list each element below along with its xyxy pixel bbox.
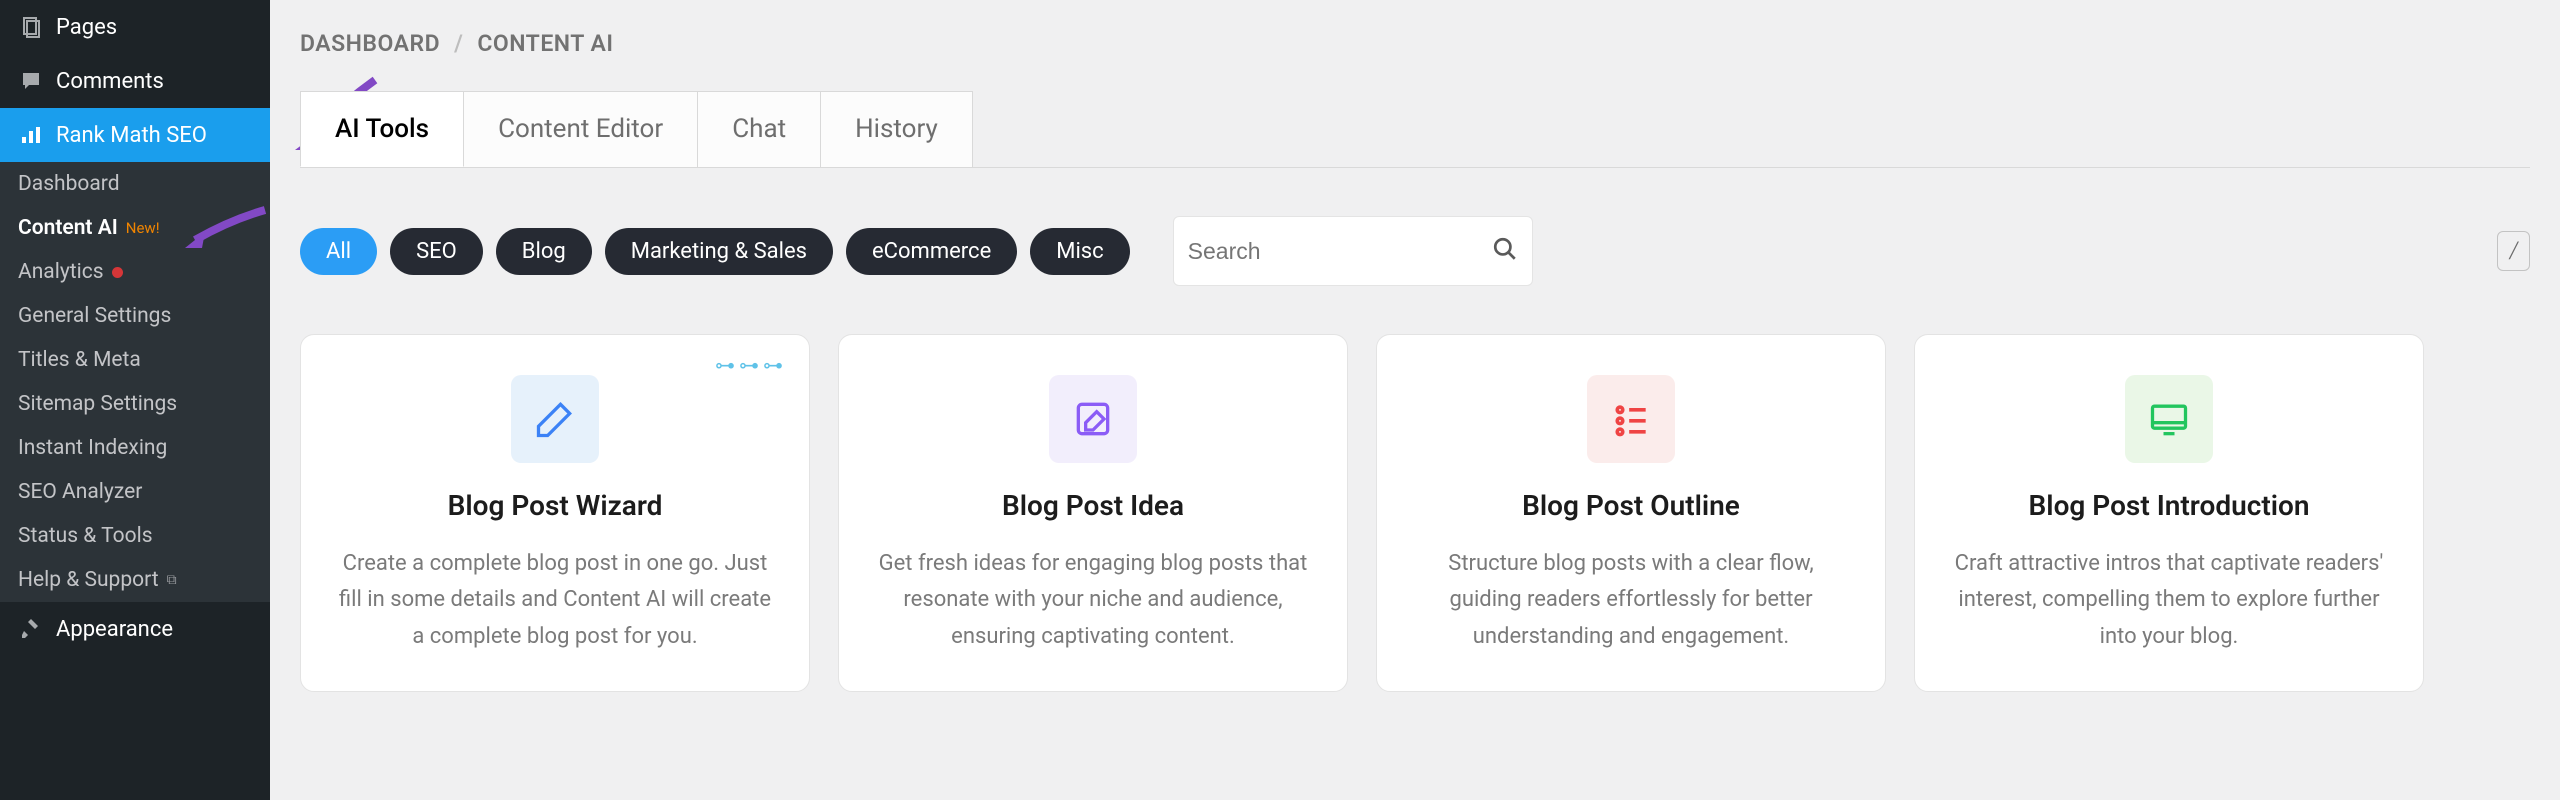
sidebar-subitem-sitemap-settings[interactable]: Sitemap Settings [0,382,270,426]
card-description: Create a complete blog post in one go. J… [337,546,773,655]
link-chain-icon: ⊶⊶⊶ [715,353,787,377]
card-title: Blog Post Idea [1002,489,1184,522]
note-pencil-icon [1049,375,1137,463]
chart-icon [18,122,44,148]
new-badge: New! [126,219,160,237]
sidebar-subitem-seo-analyzer[interactable]: SEO Analyzer [0,470,270,514]
breadcrumb-separator: / [454,30,463,57]
pencil-icon [511,375,599,463]
sidebar-subitem-general-settings[interactable]: General Settings [0,294,270,338]
card-blog-post-outline[interactable]: Blog Post Outline Structure blog posts w… [1376,334,1886,692]
card-blog-post-wizard[interactable]: ⊶⊶⊶ Blog Post Wizard Create a complete b… [300,334,810,692]
tab-history[interactable]: History [820,91,973,167]
tab-content-editor[interactable]: Content Editor [463,91,698,167]
sidebar-item-appearance[interactable]: Appearance [0,602,270,656]
sidebar-label: Rank Math SEO [56,123,207,148]
card-description: Get fresh ideas for engaging blog posts … [875,546,1311,655]
sidebar-subitem-titles-meta[interactable]: Titles & Meta [0,338,270,382]
search-input[interactable] [1188,238,1492,265]
list-icon [1587,375,1675,463]
sidebar-subitem-instant-indexing[interactable]: Instant Indexing [0,426,270,470]
sidebar-subitem-content-ai[interactable]: Content AI New! [0,206,270,250]
sidebar: Pages Comments Rank Math SEO Dashboard C… [0,0,270,800]
breadcrumb-current: CONTENT AI [477,30,613,57]
keyboard-shortcut-hint: / [2497,231,2530,271]
external-link-icon: ⧉ [167,572,177,588]
card-title: Blog Post Wizard [448,489,663,522]
filters-row: All SEO Blog Marketing & Sales eCommerce… [300,216,2530,286]
sidebar-subitem-status-tools[interactable]: Status & Tools [0,514,270,558]
card-title: Blog Post Outline [1522,489,1740,522]
tab-chat[interactable]: Chat [697,91,821,167]
sidebar-subitem-help-support[interactable]: Help & Support ⧉ [0,558,270,602]
pages-icon [18,14,44,40]
filter-misc[interactable]: Misc [1030,228,1129,275]
filter-all[interactable]: All [300,228,377,275]
comment-icon [18,68,44,94]
filter-blog[interactable]: Blog [496,228,592,275]
sidebar-item-comments[interactable]: Comments [0,54,270,108]
search-icon [1492,236,1518,266]
main-content: DASHBOARD / CONTENT AI AI Tools Content … [270,0,2560,800]
card-description: Craft attractive intros that captivate r… [1951,546,2387,655]
filter-seo[interactable]: SEO [390,228,483,275]
breadcrumb-root[interactable]: DASHBOARD [300,30,440,57]
search-box[interactable] [1173,216,1533,286]
sidebar-subitem-analytics[interactable]: Analytics [0,250,270,294]
card-blog-post-intro[interactable]: Blog Post Introduction Craft attractive … [1914,334,2424,692]
filter-marketing[interactable]: Marketing & Sales [605,228,833,275]
sidebar-item-pages[interactable]: Pages [0,0,270,54]
sidebar-label: Appearance [56,617,173,642]
sidebar-label: Pages [56,15,117,40]
monitor-icon [2125,375,2213,463]
tab-ai-tools[interactable]: AI Tools [300,91,464,167]
sidebar-label: Comments [56,69,164,94]
cards-grid: ⊶⊶⊶ Blog Post Wizard Create a complete b… [300,334,2530,692]
breadcrumb: DASHBOARD / CONTENT AI [300,0,2530,91]
sidebar-subitem-dashboard[interactable]: Dashboard [0,162,270,206]
card-title: Blog Post Introduction [2029,489,2310,522]
notification-dot-icon [112,267,123,278]
sidebar-item-rank-math[interactable]: Rank Math SEO [0,108,270,162]
filter-ecommerce[interactable]: eCommerce [846,228,1017,275]
card-description: Structure blog posts with a clear flow, … [1413,546,1849,655]
card-blog-post-idea[interactable]: Blog Post Idea Get fresh ideas for engag… [838,334,1348,692]
brush-icon [18,616,44,642]
tabs: AI Tools Content Editor Chat History [300,91,2530,168]
